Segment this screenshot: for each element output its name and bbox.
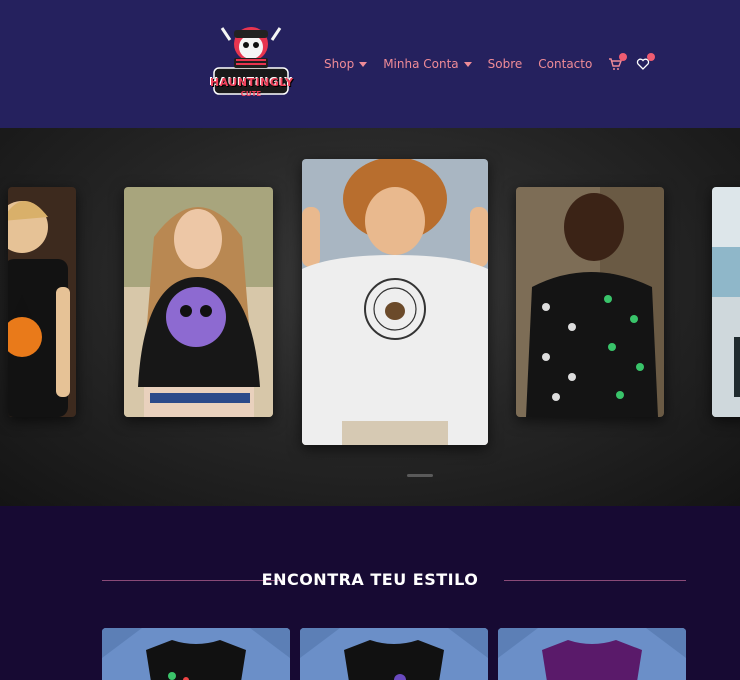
nav-shop-label: Shop	[324, 57, 355, 71]
boy-sweatshirt-photo-image	[302, 159, 488, 445]
site-header: HAUNTINGLY CUTE Shop Minha Conta Sobre C…	[0, 0, 740, 128]
chevron-down-icon	[463, 61, 472, 67]
nav-sobre[interactable]: Sobre	[488, 57, 523, 71]
nav-contacto[interactable]: Contacto	[538, 57, 592, 71]
main-nav: Shop Minha Conta Sobre Contacto	[324, 53, 664, 72]
tshirt-purple-icon	[498, 628, 686, 680]
carousel-pagination-indicator[interactable]	[407, 474, 433, 477]
beach-photo-image	[712, 187, 740, 417]
nav-contacto-label: Contacto	[538, 57, 593, 71]
style-tile-1[interactable]	[102, 628, 290, 680]
nav-sobre-label: Sobre	[487, 57, 523, 71]
wishlist-badge	[647, 53, 656, 61]
wishlist-button[interactable]	[636, 53, 656, 71]
tshirt-black-icon	[102, 628, 290, 680]
tshirt-black-icon	[300, 628, 488, 680]
carousel-slide-girl[interactable]	[124, 187, 273, 417]
nav-minha-conta[interactable]: Minha Conta	[383, 57, 472, 71]
carousel-slide-pumpkin[interactable]	[8, 187, 76, 417]
nav-minha-conta-label: Minha Conta	[383, 57, 459, 71]
nav-shop[interactable]: Shop	[324, 57, 368, 71]
cart-button[interactable]	[608, 53, 628, 71]
style-tile-3[interactable]	[498, 628, 686, 680]
hero-carousel[interactable]	[0, 128, 740, 506]
hauntingly-cute-logo[interactable]: HAUNTINGLY CUTE	[210, 20, 294, 102]
carousel-slide-skulls[interactable]	[516, 187, 664, 417]
logo-text-main: HAUNTINGLY	[210, 76, 294, 89]
carousel-slide-featured[interactable]	[302, 159, 488, 445]
style-tile-2[interactable]	[300, 628, 488, 680]
child-photo-image	[8, 187, 76, 417]
chevron-down-icon	[359, 61, 368, 67]
logo-text-sub: CUTE	[240, 90, 262, 98]
boy-skull-tee-photo-image	[516, 187, 664, 417]
title-divider-right	[504, 580, 686, 581]
carousel-slide-beach[interactable]	[712, 187, 740, 417]
girl-photo-image	[124, 187, 273, 417]
style-section: ENCONTRA TEU ESTILO	[0, 506, 740, 680]
cart-badge	[619, 53, 628, 61]
